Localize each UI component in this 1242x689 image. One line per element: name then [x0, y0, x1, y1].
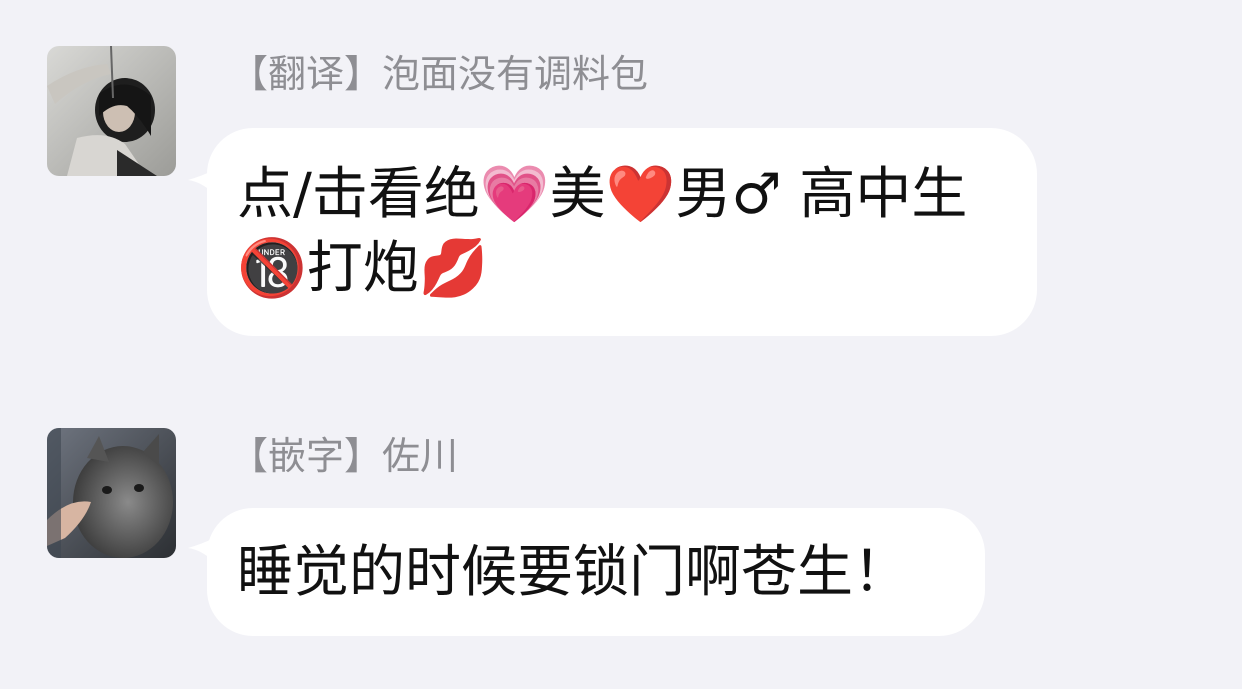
- avatar-image: [47, 46, 176, 176]
- avatar[interactable]: [47, 428, 176, 558]
- message-bubble[interactable]: 睡觉的时候要锁门啊苍生！: [207, 508, 985, 636]
- message-text: 睡觉的时候要锁门啊苍生！: [237, 540, 909, 605]
- message-bubble[interactable]: 点/击看绝💗美❤️男♂ 高中生🔞打炮💋: [207, 128, 1037, 336]
- avatar-image: [47, 428, 176, 558]
- sender-name: 【翻译】泡面没有调料包: [230, 52, 649, 96]
- sender-name: 【嵌字】佐川: [230, 434, 459, 478]
- chat-view: 【翻译】泡面没有调料包 点/击看绝💗美❤️男♂ 高中生🔞打炮💋 【嵌字】佐川 睡…: [0, 0, 1242, 689]
- message-text: 点/击看绝💗美❤️男♂ 高中生🔞打炮💋: [237, 162, 968, 301]
- avatar[interactable]: [47, 46, 176, 176]
